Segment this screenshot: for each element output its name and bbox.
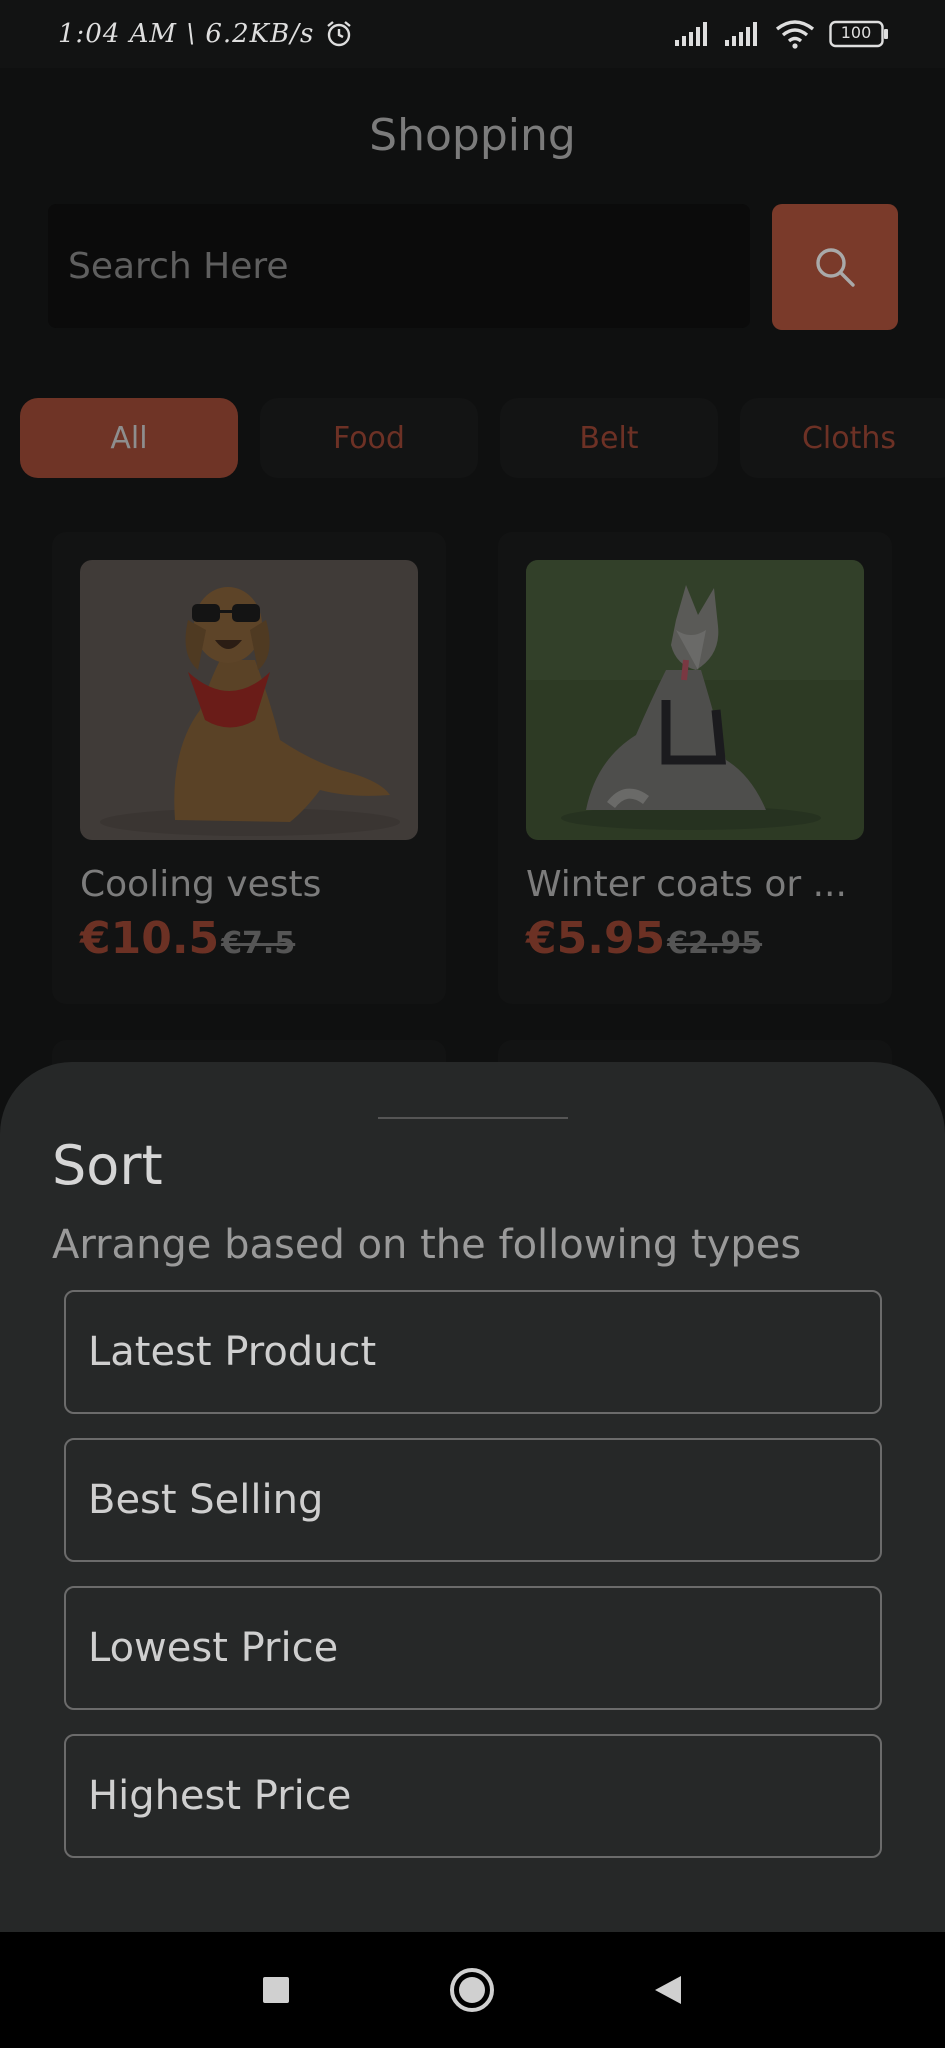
signal-icon <box>725 22 761 46</box>
price-row: €5.95 €2.95 <box>526 913 864 964</box>
chip-label: Belt <box>579 420 639 456</box>
search-input[interactable] <box>68 245 750 287</box>
circle-home-icon <box>450 1968 494 2012</box>
signal-icon <box>675 22 711 46</box>
product-image <box>80 560 418 840</box>
battery-icon: 100 <box>829 20 889 48</box>
search-button[interactable] <box>772 204 898 330</box>
status-left: 1:04 AM \ 6.2KB/s <box>58 19 354 49</box>
sort-option-label: Lowest Price <box>88 1625 339 1671</box>
category-chip-food[interactable]: Food <box>260 398 478 478</box>
product-image <box>526 560 864 840</box>
category-chip-belt[interactable]: Belt <box>500 398 718 478</box>
price-row: €10.5 €7.5 <box>80 913 418 964</box>
square-icon <box>263 1977 289 2003</box>
system-nav-bar <box>0 1932 945 2048</box>
search-icon <box>816 248 855 287</box>
product-title: Winter coats or ... <box>526 864 847 905</box>
sheet-title: Sort <box>52 1134 163 1197</box>
chip-label: All <box>110 420 148 456</box>
status-time: 1:04 AM \ 6.2KB/s <box>58 19 315 49</box>
category-chip-all[interactable]: All <box>20 398 238 478</box>
sort-option-label: Best Selling <box>88 1477 324 1523</box>
back-triangle-icon <box>655 1976 681 2004</box>
category-chips: All Food Belt Cloths <box>20 398 945 480</box>
chip-label: Food <box>333 420 405 456</box>
product-title: Cooling vests <box>80 864 322 905</box>
status-bar: 1:04 AM \ 6.2KB/s 100 <box>0 0 945 68</box>
sort-option-best-selling[interactable]: Best Selling <box>64 1438 882 1562</box>
sheet-subtitle: Arrange based on the following types <box>52 1222 802 1268</box>
status-right: 100 <box>675 19 889 49</box>
sort-option-label: Highest Price <box>88 1773 352 1819</box>
sort-option-lowest-price[interactable]: Lowest Price <box>64 1586 882 1710</box>
recents-button[interactable] <box>248 1962 304 2018</box>
sort-bottom-sheet: Sort Arrange based on the following type… <box>0 1062 945 1932</box>
category-chip-cloths[interactable]: Cloths <box>740 398 945 478</box>
alarm-clock-icon <box>324 19 354 49</box>
product-price: €5.95 <box>526 913 666 964</box>
product-price: €10.5 <box>80 913 220 964</box>
product-card[interactable]: Winter coats or ... €5.95 €2.95 <box>498 532 892 1004</box>
product-card[interactable]: Cooling vests €10.5 €7.5 <box>52 532 446 1004</box>
chip-label: Cloths <box>801 420 897 456</box>
sort-option-highest-price[interactable]: Highest Price <box>64 1734 882 1858</box>
wifi-icon <box>775 19 815 49</box>
sort-option-latest-product[interactable]: Latest Product <box>64 1290 882 1414</box>
search-box[interactable] <box>48 204 750 328</box>
back-button[interactable] <box>640 1962 696 2018</box>
product-old-price: €2.95 <box>667 926 763 961</box>
sort-option-label: Latest Product <box>88 1329 377 1375</box>
sheet-drag-handle[interactable] <box>378 1117 568 1119</box>
battery-level: 100 <box>840 23 872 42</box>
home-button[interactable] <box>444 1962 500 2018</box>
product-old-price: €7.5 <box>221 926 296 961</box>
page-title: Shopping <box>369 110 576 161</box>
